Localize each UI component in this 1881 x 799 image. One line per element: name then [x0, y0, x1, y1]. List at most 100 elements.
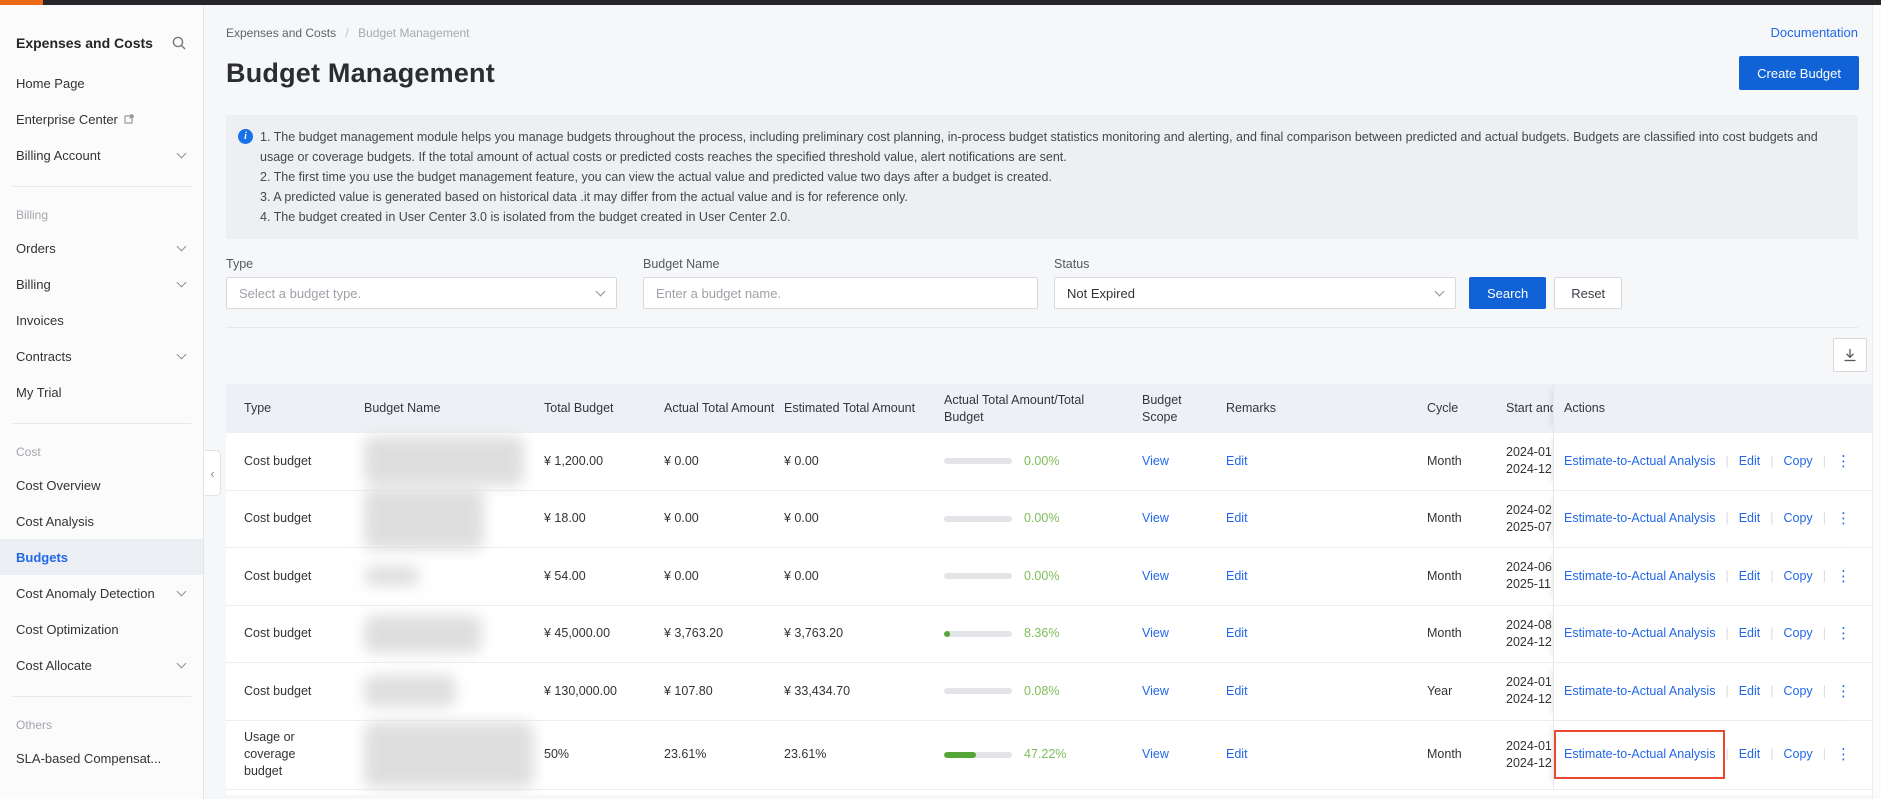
cycle-cell: Month: [1427, 568, 1506, 585]
copy-action-link[interactable]: Copy: [1784, 453, 1813, 470]
edit-action-link[interactable]: Edit: [1739, 453, 1761, 470]
nav-divider: [12, 696, 191, 697]
estimate-to-actual-analysis-link[interactable]: Estimate-to-Actual Analysis: [1564, 453, 1715, 470]
action-separator: |: [1725, 568, 1728, 585]
edit-remarks-link[interactable]: Edit: [1226, 747, 1248, 761]
start-date: 2024-06: [1506, 559, 1550, 576]
estimate-to-actual-analysis-link[interactable]: Estimate-to-Actual Analysis: [1564, 683, 1715, 700]
sidebar-item-contracts[interactable]: Contracts: [0, 338, 203, 374]
sidebar-item-label: Billing: [16, 277, 51, 292]
sidebar-collapse-handle[interactable]: ‹: [204, 450, 221, 496]
copy-action-link[interactable]: Copy: [1784, 510, 1813, 527]
scrollbar-gutter[interactable]: [1872, 5, 1881, 799]
table-row: Usage or coverage budget50%23.61%23.61%4…: [226, 721, 1872, 790]
sidebar-item-billing[interactable]: Billing: [0, 266, 203, 302]
copy-action-link[interactable]: Copy: [1784, 746, 1813, 763]
sidebar-item-home-page[interactable]: Home Page: [0, 65, 203, 101]
sidebar-item-cost-allocate[interactable]: Cost Allocate: [0, 647, 203, 683]
more-actions-kebab-icon[interactable]: ⋮: [1836, 746, 1851, 763]
download-button[interactable]: [1833, 338, 1867, 372]
type-select[interactable]: Select a budget type.: [226, 277, 617, 309]
view-scope-link[interactable]: View: [1142, 626, 1169, 640]
edit-remarks-link[interactable]: Edit: [1226, 684, 1248, 698]
sidebar-item-cost-optimization[interactable]: Cost Optimization: [0, 611, 203, 647]
view-scope-link[interactable]: View: [1142, 511, 1169, 525]
sidebar-item-label: Invoices: [16, 313, 64, 328]
search-button[interactable]: Search: [1469, 277, 1546, 309]
budget-type-cell: Cost budget: [226, 453, 364, 470]
budget-name-input[interactable]: [656, 286, 1025, 301]
edit-action-link[interactable]: Edit: [1739, 625, 1761, 642]
more-actions-kebab-icon[interactable]: ⋮: [1836, 453, 1851, 470]
estimate-to-actual-analysis-link[interactable]: Estimate-to-Actual Analysis: [1564, 625, 1715, 642]
budget-type-cell: Cost budget: [226, 625, 364, 642]
external-link-icon: [124, 112, 134, 127]
budget-type-cell: Usage or coverage budget: [226, 729, 364, 780]
remarks-cell: Edit: [1226, 453, 1427, 470]
edit-action-link[interactable]: Edit: [1739, 683, 1761, 700]
ratio-cell: 0.00%: [944, 510, 1142, 527]
actions-cell: Estimate-to-Actual Analysis|Edit|Copy|⋮: [1553, 548, 1872, 605]
sidebar-item-cost-analysis[interactable]: Cost Analysis: [0, 503, 203, 539]
edit-remarks-link[interactable]: Edit: [1226, 569, 1248, 583]
notice-line: 1. The budget management module helps yo…: [260, 127, 1838, 167]
action-separator: |: [1770, 453, 1773, 470]
reset-button[interactable]: Reset: [1554, 277, 1622, 309]
more-actions-kebab-icon[interactable]: ⋮: [1836, 510, 1851, 527]
estimate-to-actual-analysis-link[interactable]: Estimate-to-Actual Analysis: [1564, 747, 1715, 761]
more-actions-kebab-icon[interactable]: ⋮: [1836, 568, 1851, 585]
copy-action-link[interactable]: Copy: [1784, 625, 1813, 642]
view-scope-link[interactable]: View: [1142, 684, 1169, 698]
sidebar-item-text: Cost Analysis: [16, 514, 94, 529]
edit-remarks-link[interactable]: Edit: [1226, 511, 1248, 525]
documentation-link[interactable]: Documentation: [1771, 25, 1858, 40]
sidebar-item-sla-based-compensat[interactable]: SLA-based Compensat...: [0, 740, 203, 776]
sidebar-item-my-trial[interactable]: My Trial: [0, 374, 203, 410]
estimate-to-actual-analysis-link[interactable]: Estimate-to-Actual Analysis: [1564, 568, 1715, 585]
copy-action-link[interactable]: Copy: [1784, 568, 1813, 585]
edit-action-link[interactable]: Edit: [1739, 568, 1761, 585]
total-budget-cell: ¥ 45,000.00: [544, 625, 664, 642]
sidebar-item-text: Enterprise Center: [16, 112, 118, 127]
table-body: Cost budget¥ 1,200.00¥ 0.00¥ 0.000.00%Vi…: [226, 433, 1872, 790]
actual-total-cell: ¥ 107.80: [664, 683, 784, 700]
status-select[interactable]: Not Expired: [1054, 277, 1456, 309]
start-end-dates-cell: 2024-082024-12: [1506, 617, 1553, 651]
budget-name-cell: [364, 436, 544, 486]
budget-name-cell: [364, 488, 544, 550]
breadcrumb-root[interactable]: Expenses and Costs: [226, 26, 336, 40]
action-separator: |: [1725, 453, 1728, 470]
create-budget-button[interactable]: Create Budget: [1739, 56, 1859, 90]
action-separator: |: [1725, 510, 1728, 527]
edit-remarks-link[interactable]: Edit: [1226, 626, 1248, 640]
more-actions-kebab-icon[interactable]: ⋮: [1836, 683, 1851, 700]
sidebar-item-budgets[interactable]: Budgets: [0, 539, 203, 575]
view-scope-link[interactable]: View: [1142, 454, 1169, 468]
estimated-total-cell: ¥ 33,434.70: [784, 683, 944, 700]
sidebar-item-cost-anomaly-detection[interactable]: Cost Anomaly Detection: [0, 575, 203, 611]
sidebar-item-label: Cost Overview: [16, 478, 101, 493]
action-separator: |: [1823, 625, 1826, 642]
nav-section-label-cost: Cost: [0, 437, 203, 467]
edit-action-link[interactable]: Edit: [1739, 746, 1761, 763]
view-scope-link[interactable]: View: [1142, 747, 1169, 761]
sidebar-item-invoices[interactable]: Invoices: [0, 302, 203, 338]
cycle-cell: Month: [1427, 453, 1506, 470]
edit-action-link[interactable]: Edit: [1739, 510, 1761, 527]
sidebar-item-billing-account[interactable]: Billing Account: [0, 137, 203, 173]
search-icon[interactable]: [171, 35, 187, 51]
ratio-cell: 0.00%: [944, 568, 1142, 585]
view-scope-link[interactable]: View: [1142, 569, 1169, 583]
ratio-percent-label: 0.00%: [1024, 510, 1059, 527]
copy-action-link[interactable]: Copy: [1784, 683, 1813, 700]
estimate-to-actual-analysis-link[interactable]: Estimate-to-Actual Analysis: [1564, 510, 1715, 527]
more-actions-kebab-icon[interactable]: ⋮: [1836, 625, 1851, 642]
sidebar-item-cost-overview[interactable]: Cost Overview: [0, 467, 203, 503]
sidebar-item-enterprise-center[interactable]: Enterprise Center: [0, 101, 203, 137]
edit-remarks-link[interactable]: Edit: [1226, 454, 1248, 468]
chevron-down-icon: [596, 287, 606, 297]
sidebar-item-orders[interactable]: Orders: [0, 230, 203, 266]
sidebar-item-text: Billing: [16, 277, 51, 292]
column-header-actions: Actions: [1553, 384, 1872, 433]
start-end-dates-cell: 2024-012024-12: [1506, 674, 1553, 708]
